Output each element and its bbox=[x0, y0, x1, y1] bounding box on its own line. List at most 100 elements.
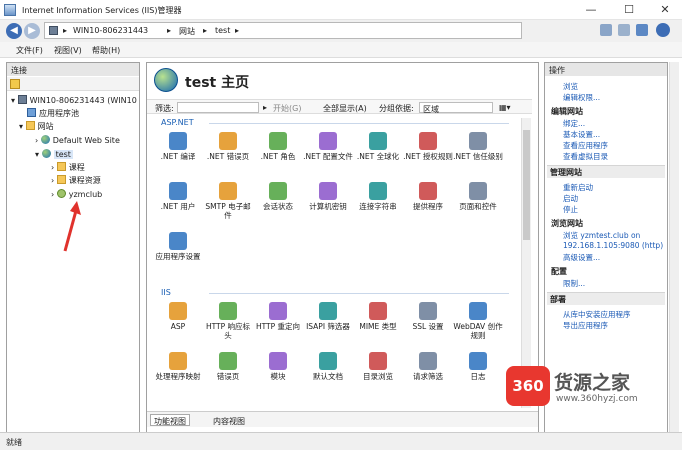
feature-item[interactable]: .NET 信任级别 bbox=[453, 132, 503, 161]
action-link[interactable]: 高级设置... bbox=[563, 252, 600, 263]
feature-item[interactable]: 计算机密钥 bbox=[303, 182, 353, 211]
feature-label: 错误页 bbox=[216, 372, 240, 381]
expand-arrow-icon[interactable]: › bbox=[51, 163, 54, 172]
feature-item[interactable]: SMTP 电子邮件 bbox=[203, 182, 253, 220]
feature-item[interactable]: 连接字符串 bbox=[353, 182, 403, 211]
feature-item[interactable]: HTTP 响应标头 bbox=[203, 302, 253, 340]
feature-item[interactable]: 处理程序映射 bbox=[153, 352, 203, 381]
tree-label: test bbox=[53, 150, 73, 159]
feature-item[interactable]: 错误页 bbox=[203, 352, 253, 381]
feature-item[interactable]: .NET 错误页 bbox=[203, 132, 253, 161]
start-button[interactable]: 开始(G) bbox=[273, 103, 301, 114]
action-link[interactable]: 浏览 bbox=[563, 81, 578, 92]
tree-item-yzmclub[interactable]: › yzmclub bbox=[51, 189, 102, 199]
back-button[interactable]: ◀ bbox=[6, 23, 22, 39]
action-link[interactable]: 启动 bbox=[563, 193, 578, 204]
feature-label: ASP bbox=[170, 322, 186, 331]
tree-item-server[interactable]: ▾ WIN10-806231443 (WIN10 bbox=[11, 95, 137, 105]
feature-item[interactable]: 应用程序设置 bbox=[153, 232, 203, 261]
feature-item[interactable]: .NET 角色 bbox=[253, 132, 303, 161]
filter-input[interactable] bbox=[177, 102, 259, 113]
connect-icon[interactable] bbox=[10, 79, 20, 89]
tree-item-kecheng[interactable]: › 课程 bbox=[51, 162, 85, 173]
feature-item[interactable]: .NET 配置文件 bbox=[303, 132, 353, 161]
tree-item-test[interactable]: ▾ test bbox=[35, 149, 73, 159]
action-link[interactable]: 重新启动 bbox=[563, 182, 593, 193]
tree-item-app-pools[interactable]: 应用程序池 bbox=[27, 108, 79, 119]
action-link[interactable]: 限制... bbox=[563, 278, 585, 289]
action-group-header[interactable]: 部署 bbox=[547, 292, 665, 305]
action-link[interactable]: 从库中安装应用程序 bbox=[563, 309, 631, 320]
help-icon[interactable] bbox=[656, 23, 670, 37]
feature-item[interactable]: 日志 bbox=[453, 352, 503, 381]
feature-item[interactable]: 模块 bbox=[253, 352, 303, 381]
action-link[interactable]: 停止 bbox=[563, 204, 578, 215]
feature-label: .NET 角色 bbox=[260, 152, 296, 161]
scroll-thumb[interactable] bbox=[523, 130, 530, 240]
feature-icon bbox=[369, 302, 387, 320]
feature-item[interactable]: ASP bbox=[153, 302, 203, 331]
home-icon[interactable] bbox=[636, 24, 648, 36]
breadcrumb-test[interactable]: test bbox=[215, 26, 230, 35]
feature-item[interactable]: 页面和控件 bbox=[453, 182, 503, 211]
feature-item[interactable]: 会话状态 bbox=[253, 182, 303, 211]
stop-icon[interactable] bbox=[618, 24, 630, 36]
feature-item[interactable]: .NET 授权规则 bbox=[403, 132, 453, 161]
section-header-1[interactable]: IIS bbox=[153, 288, 171, 297]
menu-view[interactable]: 视图(V) bbox=[54, 45, 82, 56]
feature-item[interactable]: MIME 类型 bbox=[353, 302, 403, 331]
section-header-0[interactable]: ASP.NET bbox=[153, 118, 194, 127]
refresh-icon[interactable] bbox=[600, 24, 612, 36]
action-link[interactable]: 导出应用程序 bbox=[563, 320, 608, 331]
expand-arrow-icon[interactable]: › bbox=[35, 136, 38, 145]
tab-content-view[interactable]: 内容视图 bbox=[209, 414, 249, 426]
group-by-select[interactable]: 区域 bbox=[419, 102, 493, 114]
action-link[interactable]: 基本设置... bbox=[563, 129, 600, 140]
feature-icon bbox=[169, 182, 187, 200]
feature-item[interactable]: 默认文档 bbox=[303, 352, 353, 381]
tree-item-default-web-site[interactable]: › Default Web Site bbox=[35, 135, 120, 145]
action-link[interactable]: 192.168.1.105:9080 (http) bbox=[563, 241, 663, 250]
expand-arrow-icon[interactable]: › bbox=[51, 176, 54, 185]
feature-item[interactable]: 提供程序 bbox=[403, 182, 453, 211]
feature-item[interactable]: .NET 全球化 bbox=[353, 132, 403, 161]
tab-features-view[interactable]: 功能视图 bbox=[150, 414, 190, 426]
features-panel: test 主页 筛选: ▸ 开始(G) 全部显示(A) 分组依据: 区域 ▦▾ … bbox=[146, 62, 539, 436]
action-link[interactable]: 编辑权限... bbox=[563, 92, 600, 103]
show-all-button[interactable]: 全部显示(A) bbox=[323, 103, 367, 114]
forward-button[interactable]: ▶ bbox=[24, 23, 40, 39]
breadcrumb-server[interactable]: WIN10-806231443 bbox=[73, 26, 148, 35]
web-app-icon bbox=[56, 189, 66, 198]
action-link[interactable]: 查看虚拟目录 bbox=[563, 151, 608, 162]
collapse-arrow-icon[interactable]: ▾ bbox=[35, 150, 39, 159]
feature-item[interactable]: .NET 编译 bbox=[153, 132, 203, 161]
breadcrumb-sites[interactable]: 网站 bbox=[179, 26, 195, 37]
close-button[interactable]: ✕ bbox=[652, 2, 678, 18]
menu-file[interactable]: 文件(F) bbox=[16, 45, 43, 56]
menu-help[interactable]: 帮助(H) bbox=[92, 45, 120, 56]
expand-arrow-icon[interactable]: › bbox=[51, 190, 54, 199]
feature-item[interactable]: WebDAV 创作规则 bbox=[453, 302, 503, 340]
feature-item[interactable]: 请求筛选 bbox=[403, 352, 453, 381]
feature-item[interactable]: ISAPI 筛选器 bbox=[303, 302, 353, 331]
tree-item-sites[interactable]: ▾ 网站 bbox=[19, 121, 54, 132]
feature-item[interactable]: SSL 设置 bbox=[403, 302, 453, 331]
collapse-arrow-icon[interactable]: ▾ bbox=[11, 96, 15, 105]
feature-item[interactable]: 目录浏览 bbox=[353, 352, 403, 381]
breadcrumb[interactable]: ▸ WIN10-806231443 ▸ 网站 ▸ test ▸ bbox=[44, 22, 522, 39]
action-link[interactable]: 查看应用程序 bbox=[563, 140, 608, 151]
collapse-arrow-icon[interactable]: ▾ bbox=[19, 122, 23, 131]
feature-icon bbox=[169, 352, 187, 370]
feature-item[interactable]: HTTP 重定向 bbox=[253, 302, 303, 331]
folder-icon bbox=[25, 121, 35, 130]
action-group-header[interactable]: 管理网站 bbox=[547, 165, 665, 178]
feature-icon bbox=[369, 132, 387, 150]
maximize-button[interactable]: ☐ bbox=[616, 2, 642, 18]
minimize-button[interactable]: — bbox=[578, 2, 604, 18]
action-link[interactable]: 绑定... bbox=[563, 118, 585, 129]
tree-item-kecheng-ziyuan[interactable]: › 课程资源 bbox=[51, 175, 101, 186]
feature-item[interactable]: .NET 用户 bbox=[153, 182, 203, 211]
view-toggle-icon[interactable]: ▦▾ bbox=[499, 103, 511, 112]
action-link[interactable]: 浏览 yzmtest.club on bbox=[563, 230, 640, 241]
status-text: 就绪 bbox=[6, 438, 22, 447]
